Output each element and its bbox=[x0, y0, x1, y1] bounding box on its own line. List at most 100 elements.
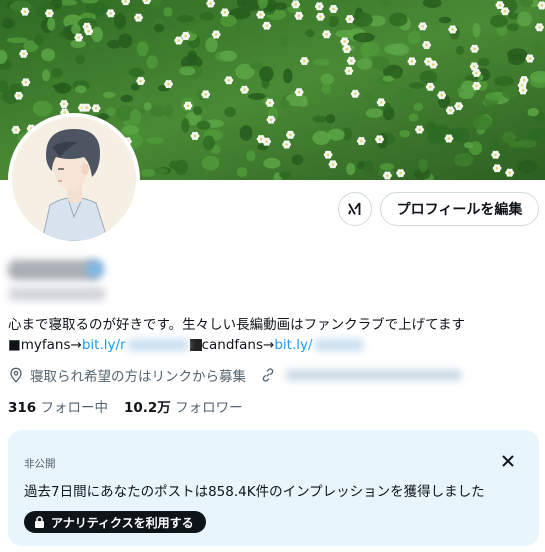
banner-leaf bbox=[179, 66, 196, 76]
banner-leaf bbox=[501, 85, 519, 100]
banner-leaf bbox=[160, 37, 176, 50]
banner-leaf bbox=[517, 160, 538, 174]
bio-line-2: ■myfans→ bit.ly/r candfans→ bit.ly/ bbox=[8, 335, 363, 355]
banner-leaf bbox=[154, 23, 165, 33]
banner-leaf bbox=[89, 5, 110, 13]
banner-leaf bbox=[517, 11, 532, 27]
banner-leaf bbox=[464, 142, 474, 149]
avatar[interactable] bbox=[8, 113, 140, 245]
following-count: 316 bbox=[8, 400, 37, 416]
edit-profile-button[interactable]: プロフィールを編集 bbox=[380, 192, 539, 226]
location-pin-icon bbox=[8, 367, 24, 383]
private-label: 非公開 bbox=[24, 458, 56, 470]
banner-leaf bbox=[351, 12, 373, 27]
banner-leaf bbox=[150, 106, 166, 117]
banner-leaf bbox=[490, 14, 509, 28]
banner-leaf bbox=[313, 58, 331, 66]
banner-leaf bbox=[246, 150, 256, 162]
bio-candfans-label: candfans→ bbox=[201, 337, 275, 353]
profile-website-redacted[interactable] bbox=[286, 370, 461, 380]
banner-leaf bbox=[181, 117, 190, 133]
banner-leaf bbox=[365, 108, 383, 118]
banner-leaf bbox=[203, 135, 215, 151]
banner-leaf bbox=[502, 131, 516, 144]
banner-leaf bbox=[187, 23, 210, 35]
banner-leaf bbox=[249, 62, 264, 70]
banner-leaf bbox=[327, 128, 345, 141]
banner-leaf bbox=[413, 102, 424, 112]
banner-leaf bbox=[508, 53, 526, 66]
banner-leaf bbox=[6, 37, 28, 44]
banner-leaf bbox=[506, 23, 519, 32]
use-analytics-label: アナリティクスを利用する bbox=[51, 515, 194, 530]
followers-link[interactable]: 10.2万 フォロワー bbox=[124, 400, 243, 416]
banner-leaf bbox=[429, 126, 439, 139]
banner-leaf bbox=[136, 41, 149, 57]
banner-leaf bbox=[42, 69, 51, 82]
banner-leaf bbox=[357, 58, 373, 70]
grok-icon bbox=[348, 202, 361, 215]
banner-leaf bbox=[453, 153, 474, 167]
banner-leaf bbox=[205, 37, 218, 53]
banner-leaf bbox=[397, 88, 413, 101]
grok-button[interactable] bbox=[338, 192, 372, 226]
banner-leaf bbox=[408, 113, 419, 122]
banner-leaf bbox=[353, 32, 375, 43]
banner-leaf bbox=[527, 107, 539, 117]
bio-link-candfans[interactable]: bit.ly/ bbox=[274, 335, 312, 355]
banner-leaf bbox=[531, 40, 541, 55]
banner-leaf bbox=[107, 39, 121, 49]
banner-leaf bbox=[102, 91, 116, 99]
banner-leaf bbox=[143, 102, 152, 111]
banner-leaf bbox=[259, 66, 274, 82]
profile-meta: 寝取られ希望の方はリンクから募集 bbox=[8, 365, 461, 385]
banner-leaf bbox=[146, 137, 164, 145]
banner-leaf bbox=[141, 169, 156, 177]
following-link[interactable]: 316 フォロー中 bbox=[8, 400, 108, 416]
follow-stats: 316 フォロー中 10.2万 フォロワー bbox=[8, 396, 243, 416]
handle-redacted bbox=[8, 287, 106, 301]
banner-leaf bbox=[47, 17, 56, 31]
bio-link-myfans[interactable]: bit.ly/r bbox=[82, 335, 126, 355]
banner-leaf bbox=[219, 50, 238, 62]
banner-leaf bbox=[305, 29, 315, 38]
banner-leaf bbox=[163, 6, 173, 17]
banner-leaf bbox=[239, 125, 253, 141]
banner-leaf bbox=[32, 100, 53, 117]
bio-redacted-mark bbox=[189, 339, 202, 351]
banner-leaf bbox=[438, 16, 452, 24]
use-analytics-button[interactable]: アナリティクスを利用する bbox=[24, 511, 206, 533]
close-icon bbox=[502, 455, 514, 467]
banner-leaf bbox=[399, 130, 411, 138]
avatar-illustration bbox=[12, 117, 136, 241]
banner-leaf bbox=[379, 163, 395, 171]
banner-leaf bbox=[71, 24, 81, 35]
link-icon bbox=[260, 367, 276, 383]
banner-leaf bbox=[485, 92, 505, 101]
banner-leaf bbox=[493, 75, 514, 87]
banner-leaf bbox=[146, 55, 158, 69]
banner-leaf bbox=[199, 12, 215, 21]
banner-leaf bbox=[129, 67, 145, 78]
profile-location: 寝取られ希望の方はリンクから募集 bbox=[30, 369, 246, 385]
banner-leaf bbox=[418, 158, 428, 173]
banner-leaf bbox=[390, 69, 402, 79]
banner-leaf bbox=[201, 155, 220, 171]
banner-leaf bbox=[130, 109, 142, 125]
banner-leaf bbox=[360, 42, 380, 57]
banner-leaf bbox=[176, 15, 195, 23]
close-button[interactable] bbox=[499, 452, 517, 470]
banner-leaf bbox=[114, 13, 126, 30]
following-label: フォロー中 bbox=[40, 400, 108, 416]
banner-leaf bbox=[263, 157, 281, 169]
banner-leaf bbox=[409, 82, 425, 89]
banner-leaf bbox=[363, 93, 375, 103]
banner-leaf bbox=[472, 114, 491, 130]
banner-leaf bbox=[516, 139, 537, 148]
lock-icon bbox=[34, 516, 45, 528]
banner-leaf bbox=[283, 68, 293, 84]
banner-leaf bbox=[455, 45, 465, 55]
banner-leaf bbox=[74, 85, 87, 94]
banner-leaf bbox=[419, 70, 438, 84]
banner-leaf bbox=[41, 48, 56, 62]
